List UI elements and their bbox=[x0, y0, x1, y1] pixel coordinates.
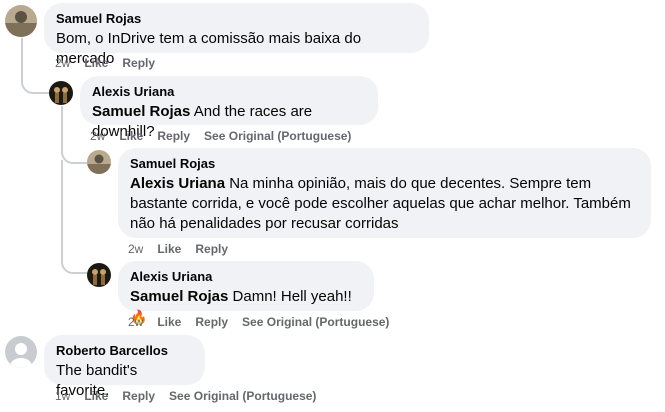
comment-text-line: bastante corrida, e você pode escolher a… bbox=[130, 195, 631, 212]
profile-photo-icon bbox=[87, 263, 111, 287]
comment-actions: 2w Like Reply See Original (Portuguese) bbox=[128, 314, 403, 330]
mention-link[interactable]: Samuel Rojas bbox=[92, 103, 190, 120]
comment-bubble: Alexis Uriana Samuel Rojas And the races… bbox=[80, 76, 378, 140]
comment-bubble: Alexis Uriana Samuel Rojas Damn! Hell ye… bbox=[118, 261, 374, 325]
see-original-button[interactable]: See Original (Portuguese) bbox=[204, 129, 351, 143]
comment-actions: 2w Like Reply bbox=[128, 241, 242, 257]
avatar[interactable] bbox=[5, 336, 37, 368]
comment-text: Alexis Uriana Na minha opinião, mais do … bbox=[130, 174, 639, 234]
comment-bubble: Samuel Rojas Bom, o InDrive tem a comiss… bbox=[44, 3, 429, 67]
like-button[interactable]: Like bbox=[119, 129, 143, 143]
avatar[interactable] bbox=[49, 81, 73, 105]
comment-time[interactable]: 2w bbox=[128, 242, 143, 256]
like-button[interactable]: Like bbox=[157, 242, 181, 256]
comment-actions: 2w Like Reply See Original (Portuguese) bbox=[90, 128, 365, 144]
profile-photo-icon bbox=[49, 81, 73, 105]
reply-button[interactable]: Reply bbox=[195, 242, 228, 256]
reply-button[interactable]: Reply bbox=[157, 129, 190, 143]
avatar[interactable] bbox=[87, 150, 111, 174]
reply-button[interactable]: Reply bbox=[195, 315, 228, 329]
comment-bubble: Samuel Rojas Alexis Uriana Na minha opin… bbox=[118, 148, 651, 238]
comment-time[interactable]: 1w bbox=[55, 389, 70, 403]
comment-author[interactable]: Alexis Uriana bbox=[92, 84, 366, 100]
like-button[interactable]: Like bbox=[157, 315, 181, 329]
like-button[interactable]: Like bbox=[84, 389, 108, 403]
reply-button[interactable]: Reply bbox=[122, 56, 155, 70]
see-original-button[interactable]: See Original (Portuguese) bbox=[169, 389, 316, 403]
profile-photo-icon bbox=[87, 150, 111, 174]
comment-author[interactable]: Samuel Rojas bbox=[56, 11, 417, 27]
comment-author[interactable]: Alexis Uriana bbox=[130, 269, 362, 285]
default-profile-icon bbox=[5, 336, 37, 368]
comment-text-body: Damn! Hell yeah!! bbox=[232, 288, 352, 305]
comment-bubble: Roberto Barcellos The bandit's favorite. bbox=[44, 335, 205, 399]
reply-button[interactable]: Reply bbox=[122, 389, 155, 403]
profile-photo-icon bbox=[5, 5, 37, 37]
comment-time[interactable]: 2w bbox=[128, 315, 143, 329]
comment-author[interactable]: Samuel Rojas bbox=[130, 156, 639, 172]
comment-time[interactable]: 2w bbox=[55, 56, 70, 70]
like-button[interactable]: Like bbox=[84, 56, 108, 70]
see-original-button[interactable]: See Original (Portuguese) bbox=[242, 315, 389, 329]
comment-actions: 1w Like Reply See Original (Portuguese) bbox=[55, 388, 330, 404]
comment-text-line: Na minha opinião, mais do que decentes. … bbox=[229, 175, 592, 192]
comment-author[interactable]: Roberto Barcellos bbox=[56, 343, 193, 359]
mention-link[interactable]: Alexis Uriana bbox=[130, 175, 225, 192]
mention-link[interactable]: Samuel Rojas bbox=[130, 288, 228, 305]
thread-line bbox=[61, 160, 87, 274]
comment-actions: 2w Like Reply bbox=[55, 55, 169, 71]
avatar[interactable] bbox=[5, 5, 37, 37]
comment-time[interactable]: 2w bbox=[90, 129, 105, 143]
avatar[interactable] bbox=[87, 263, 111, 287]
comment-text-line: não há penalidades por recusar corridas bbox=[130, 215, 399, 232]
thread-line bbox=[21, 38, 49, 94]
